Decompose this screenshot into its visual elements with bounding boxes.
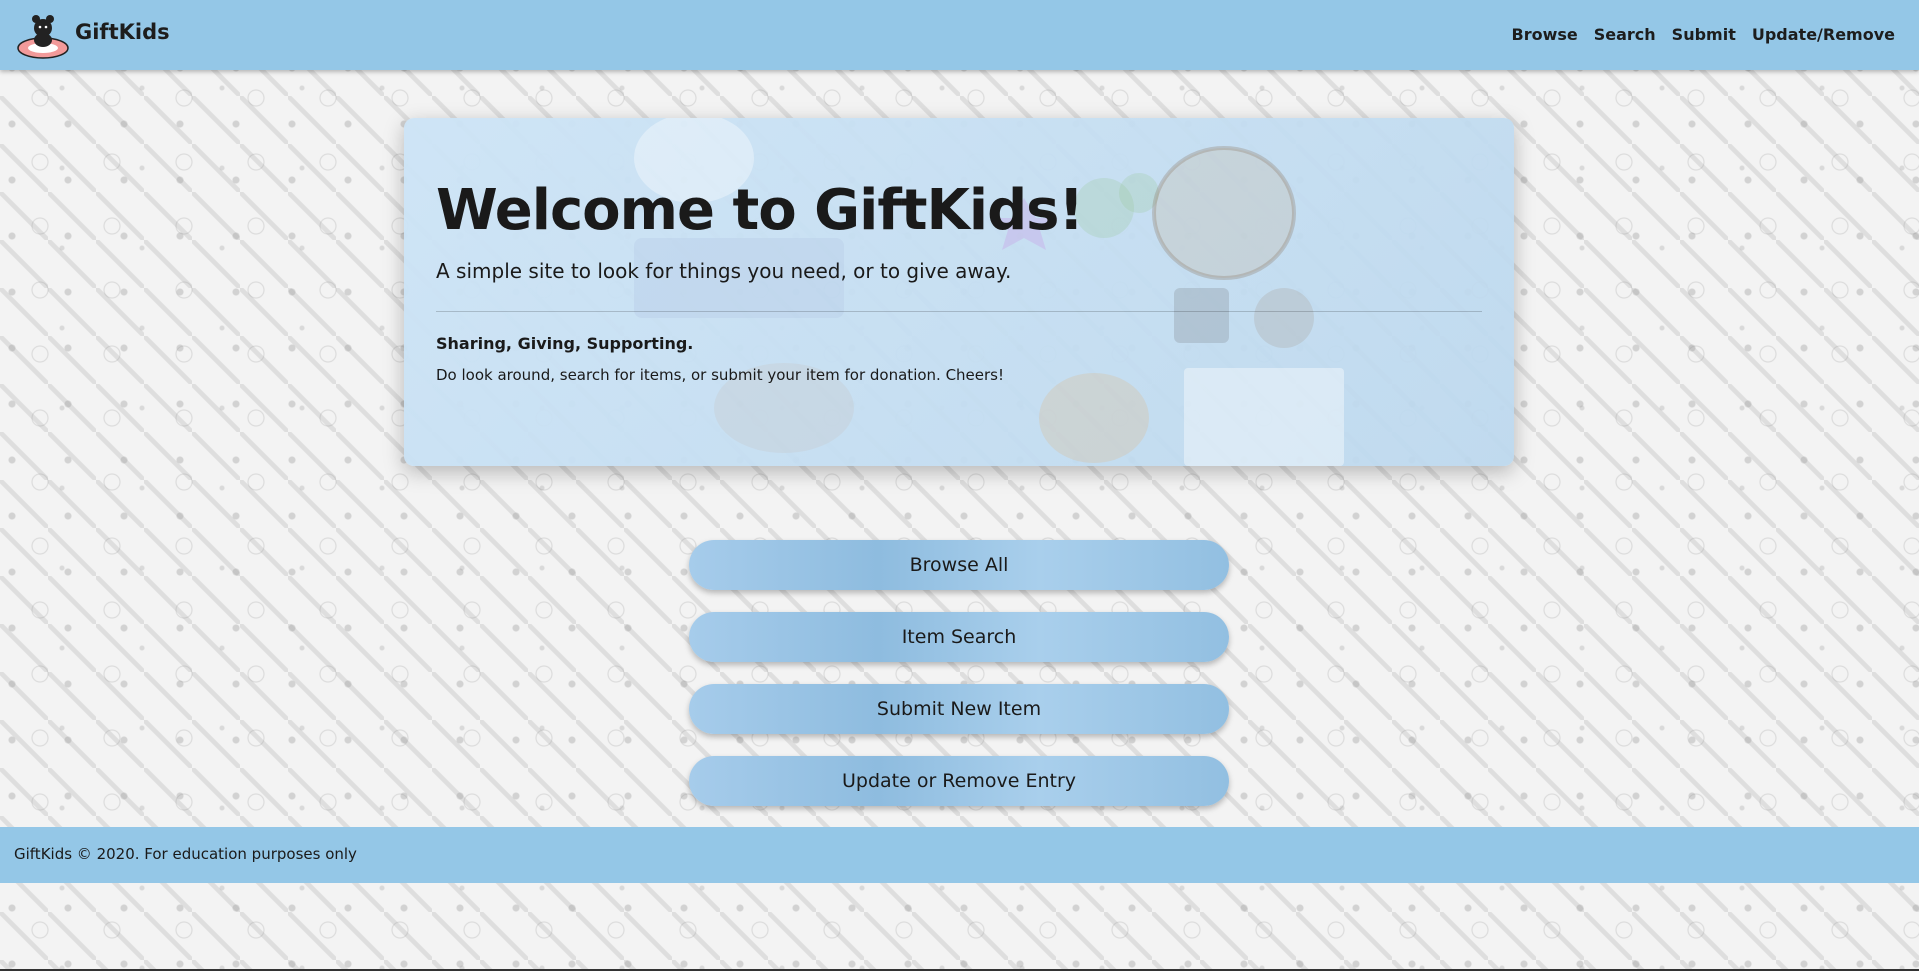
nav-update-remove[interactable]: Update/Remove (1752, 25, 1895, 44)
brand-name[interactable]: GiftKids (75, 20, 170, 44)
submit-new-item-button[interactable]: Submit New Item (689, 684, 1229, 734)
update-remove-entry-button[interactable]: Update or Remove Entry (689, 756, 1229, 806)
hero-subtitle: A simple site to look for things you nee… (436, 259, 1012, 283)
hero-jumbotron: Welcome to GiftKids! A simple site to lo… (404, 118, 1514, 466)
hero-tagline: Sharing, Giving, Supporting. (436, 334, 694, 353)
nav-submit[interactable]: Submit (1672, 25, 1736, 44)
nav-browse[interactable]: Browse (1512, 25, 1578, 44)
nav-links: Browse Search Submit Update/Remove (1512, 25, 1896, 44)
nav-search[interactable]: Search (1594, 25, 1656, 44)
hero-divider (436, 311, 1482, 312)
footer-text: GiftKids © 2020. For education purposes … (14, 845, 357, 863)
navbar: GiftKids Browse Search Submit Update/Rem… (0, 0, 1919, 70)
browse-all-button[interactable]: Browse All (689, 540, 1229, 590)
hero-title: Welcome to GiftKids! (436, 178, 1084, 243)
hero-background-image (634, 118, 1344, 466)
hero-description: Do look around, search for items, or sub… (436, 366, 1005, 384)
footer: GiftKids © 2020. For education purposes … (0, 827, 1919, 883)
item-search-button[interactable]: Item Search (689, 612, 1229, 662)
teddy-bear-logo-icon[interactable] (16, 10, 70, 60)
